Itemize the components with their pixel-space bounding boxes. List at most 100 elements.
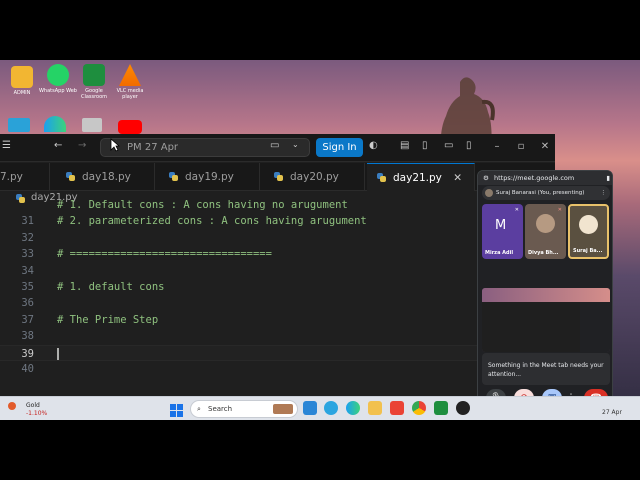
tab-7-py[interactable]: 7.py [0, 163, 50, 191]
meet-address-bar: ⚙ https://meet.google.com ▮ [478, 171, 612, 185]
app-icon[interactable] [434, 401, 448, 415]
line-number: 33 [21, 248, 34, 261]
code-line: 40 [0, 361, 555, 377]
chrome-icon[interactable] [412, 401, 426, 415]
whatsapp-icon [47, 64, 69, 86]
title-bar: ☰ ← → PM 27 Apr ▭ ⌄ Sign In ◐ ▤ ▯ ▭ ▯ – … [0, 134, 555, 162]
code-text: # ================================ [57, 248, 272, 261]
widget-gold[interactable]: Gold -1.10% [8, 399, 48, 419]
editor-tabs: 7.py day18.py day19.py day20.py day21.py… [0, 163, 555, 191]
line-number: 40 [21, 363, 34, 375]
windows-logo-icon [170, 404, 183, 417]
mouse-pointer-icon [110, 138, 120, 152]
tab-day19-py[interactable]: day19.py [157, 163, 260, 191]
participant-initial: M [495, 218, 507, 233]
mic-muted-icon: ✕ [557, 207, 562, 213]
vscode-taskbar-icon[interactable] [303, 401, 317, 415]
text-cursor [57, 347, 59, 360]
file-explorer-icon[interactable] [368, 401, 382, 415]
python-file-icon [66, 172, 75, 181]
desktop-icon-label: VLC media player [116, 88, 144, 100]
maximize-button[interactable]: ▫ [514, 140, 528, 154]
code-line: 32 [0, 230, 555, 246]
participant-name: Divya Bh... [528, 250, 559, 256]
more-options-icon[interactable]: ⋮ [601, 186, 607, 200]
back-arrow-icon[interactable]: ← [54, 140, 62, 151]
youtube-icon[interactable] [118, 120, 142, 134]
code-line: 38 [0, 328, 555, 344]
mic-indicator-icon: ▮ [606, 174, 610, 182]
copilot-chat-icon[interactable]: ▭ [270, 140, 279, 151]
line-number: 38 [21, 330, 34, 343]
telegram-icon[interactable] [324, 401, 338, 415]
toggle-panel-icon[interactable]: ▭ [444, 140, 453, 151]
tab-label: day21.py [393, 172, 442, 184]
start-button[interactable] [170, 402, 183, 417]
taskbar-search[interactable]: ⌕ Search [190, 400, 298, 418]
tab-label: day18.py [82, 171, 131, 183]
sign-in-button[interactable]: Sign In [316, 138, 363, 157]
meet-notification[interactable]: Something in the Meet tab needs your att… [482, 353, 610, 385]
code-line: 31 # 2. parameterized cons : A cons havin… [0, 213, 555, 229]
participant-tile-divya[interactable]: ✕ Divya Bh... [525, 204, 566, 259]
screen-share-preview [482, 288, 610, 352]
code-text: # 2. parameterized cons : A cons having … [57, 215, 367, 228]
minimize-button[interactable]: – [490, 140, 504, 154]
code-editor[interactable]: # 1. Default cons : A cons having no aru… [0, 199, 555, 420]
accounts-icon[interactable]: ◐ [369, 140, 378, 151]
preview-wallpaper [482, 288, 610, 302]
code-line: 35 # 1. default cons [0, 279, 555, 295]
edge-taskbar-icon[interactable] [346, 401, 360, 415]
meet-pip-window: ⚙ https://meet.google.com ▮ Suraj Banara… [477, 170, 613, 412]
code-text: # 1. Default cons : A cons having no aru… [57, 199, 348, 211]
edge-icon[interactable] [44, 116, 66, 132]
participant-name: Mirza Adil [485, 250, 514, 256]
site-info-icon: ⚙ [483, 174, 489, 182]
presenter-bar: Suraj Banarasi (You, presenting) ⋮ [482, 186, 610, 200]
layout-controls-icon[interactable]: ▤ [400, 140, 409, 151]
chevron-down-icon[interactable]: ⌄ [292, 140, 299, 149]
mic-muted-icon: ✕ [514, 207, 519, 213]
tab-day18-py[interactable]: day18.py [52, 163, 155, 191]
vlc-cone-icon [119, 64, 141, 86]
search-icon: ⌕ [197, 405, 201, 413]
participant-name: Suraj Ba... [573, 248, 603, 254]
participant-tile-mirza[interactable]: M ✕ Mirza Adil [482, 204, 523, 259]
tab-day21-py[interactable]: day21.py ✕ [367, 163, 475, 191]
desktop-icon-label: Google Classroom [80, 88, 108, 100]
gmail-icon[interactable] [390, 401, 404, 415]
taskbar: Gold -1.10% ⌕ Search 27 Apr [0, 396, 640, 420]
python-file-icon [169, 172, 178, 181]
line-number: 35 [21, 281, 34, 293]
presenter-label: Suraj Banarasi (You, presenting) [496, 190, 585, 196]
python-file-icon [274, 172, 283, 181]
close-tab-icon[interactable]: ✕ [453, 164, 462, 192]
vscode-window: ☰ ← → PM 27 Apr ▭ ⌄ Sign In ◐ ▤ ▯ ▭ ▯ – … [0, 134, 555, 420]
line-number: 36 [21, 297, 34, 310]
search-placeholder: Search [208, 405, 233, 413]
system-tray[interactable]: 27 Apr [600, 397, 640, 420]
preview-editor [482, 302, 582, 352]
printer-icon[interactable] [82, 118, 102, 132]
code-line: 36 [0, 295, 555, 311]
tab-day20-py[interactable]: day20.py [262, 163, 365, 191]
desktop-icon-vlc[interactable]: VLC media player [108, 64, 152, 100]
tab-label: day19.py [185, 171, 234, 183]
desktop: ADMIN WhatsApp Web Google Classroom VLC … [0, 60, 640, 420]
widget-title: Gold [26, 402, 40, 409]
participant-tile-suraj[interactable]: Suraj Ba... [568, 204, 609, 259]
code-text: # The Prime Step [57, 313, 159, 326]
close-button[interactable]: ✕ [538, 140, 552, 154]
toggle-primary-sidebar-icon[interactable]: ▯ [422, 140, 428, 151]
desktop-app-icon[interactable] [8, 118, 30, 132]
line-number: 39 [21, 347, 34, 360]
python-file-icon [377, 173, 386, 182]
obs-icon[interactable] [456, 401, 470, 415]
avatar [485, 189, 493, 197]
google-classroom-icon [83, 64, 105, 86]
folder-user-icon [11, 66, 33, 88]
menu-icon[interactable]: ☰ [2, 140, 11, 151]
toggle-secondary-sidebar-icon[interactable]: ▯ [466, 140, 472, 151]
preview-meet [580, 302, 610, 352]
forward-arrow-icon[interactable]: → [78, 140, 86, 151]
